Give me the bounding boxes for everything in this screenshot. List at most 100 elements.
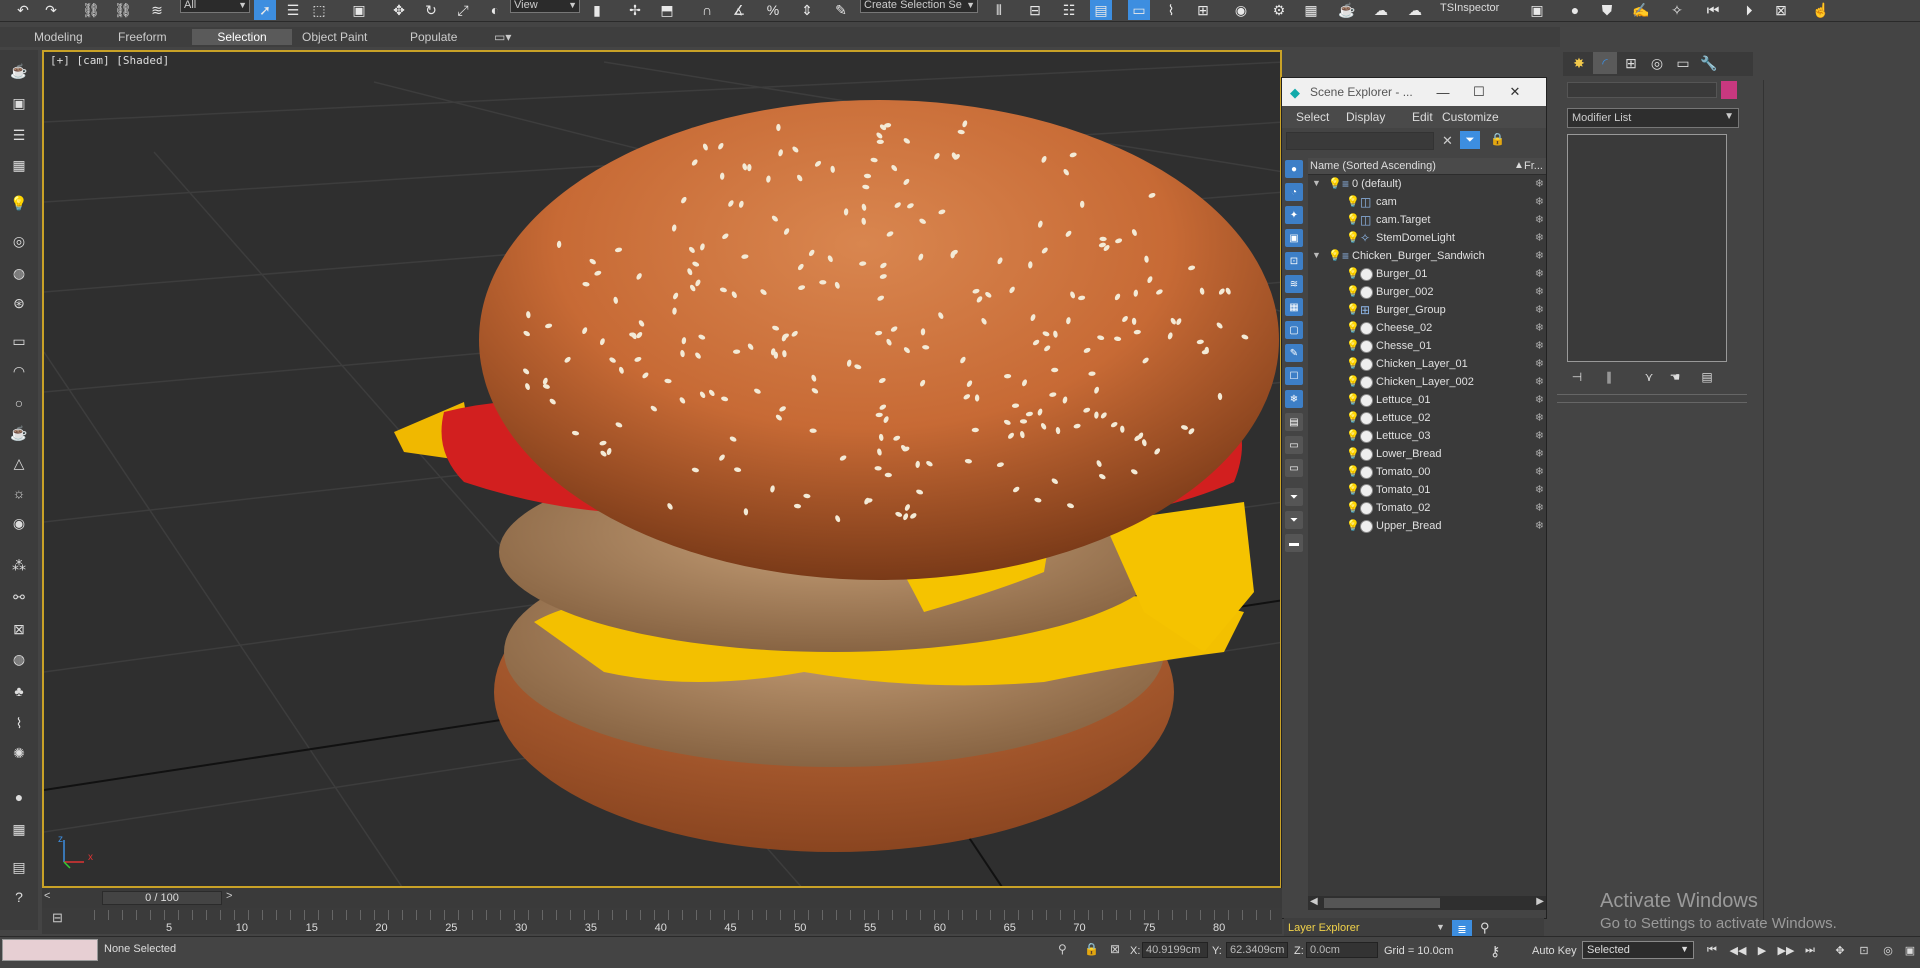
scene-explorer-titlebar[interactable]: ◆ Scene Explorer - ... — ☐ ✕ (1282, 78, 1546, 106)
manipulate-icon[interactable]: ✢ (624, 0, 646, 20)
menu-customize[interactable]: Customize (1442, 110, 1499, 124)
visibility-bulb-icon[interactable]: 💡 (1346, 195, 1360, 208)
expand-arrow-icon[interactable]: ▼ (1312, 250, 1321, 260)
explorer-dropdown-icon[interactable]: ▼ (1436, 922, 1445, 932)
pivot-center-icon[interactable]: ▮ (586, 0, 608, 20)
tree-row[interactable]: ▼ 💡 ≡ Chicken_Burger_Sandwich ❄ (1308, 248, 1546, 266)
placement-icon[interactable]: ◐ (484, 0, 506, 20)
motion-tab-icon[interactable]: ◎ (1645, 52, 1669, 74)
sphere-icon[interactable]: ● (1564, 0, 1586, 20)
tree-row[interactable]: 💡 Upper_Bread ❄ (1308, 518, 1546, 536)
toggle-layer-explorer-icon[interactable]: ▤ (1090, 0, 1112, 20)
rendered-frame-icon[interactable]: ▦ (1300, 0, 1322, 20)
display-frozen-icon[interactable]: ❄ (1285, 390, 1303, 408)
tree-row[interactable]: 💡 Lettuce_03 ❄ (1308, 428, 1546, 446)
tree-row[interactable]: 💡 Tomato_02 ❄ (1308, 500, 1546, 518)
visibility-bulb-icon[interactable]: 💡 (1328, 177, 1342, 190)
visibility-bulb-icon[interactable]: 💡 (1346, 285, 1360, 298)
rig-icon[interactable]: ⊠ (8, 618, 30, 640)
display-tab-icon[interactable]: ▭ (1671, 52, 1695, 74)
goto-start-icon[interactable]: ⏮ (1702, 941, 1722, 959)
display-geometry-icon[interactable]: ● (1285, 160, 1303, 178)
helper-icon[interactable]: ◍ (8, 262, 30, 284)
modify-tab-icon[interactable]: ◜ (1593, 52, 1617, 74)
visibility-bulb-icon[interactable]: 💡 (1346, 483, 1360, 496)
sphere-icon[interactable]: ● (8, 786, 30, 808)
pan-icon[interactable]: ✥ (1830, 941, 1850, 959)
move-icon[interactable]: ✥ (388, 0, 410, 20)
paint-icon[interactable]: ✍ (1630, 0, 1652, 20)
create-tab-icon[interactable]: ✸ (1567, 52, 1591, 74)
utilities-tab-icon[interactable]: 🔧 (1697, 52, 1721, 74)
play-anim-icon[interactable]: ⏵ (1738, 0, 1760, 20)
orbit-icon[interactable]: ◎ (1878, 941, 1898, 959)
visibility-bulb-icon[interactable]: 💡 (1346, 501, 1360, 514)
display-bones-icon[interactable]: ✎ (1285, 344, 1303, 362)
visibility-bulb-icon[interactable]: 💡 (1346, 375, 1360, 388)
tree-row[interactable]: 💡 Burger_002 ❄ (1308, 284, 1546, 302)
display-xrefs-icon[interactable]: ▢ (1285, 321, 1303, 339)
lock-icon[interactable]: 🔒 (1490, 132, 1505, 146)
tree-row[interactable]: 💡 Chicken_Layer_01 ❄ (1308, 356, 1546, 374)
visibility-bulb-icon[interactable]: 💡 (1346, 213, 1360, 226)
toggle-ribbon-icon[interactable]: ▭ (1128, 0, 1150, 20)
visibility-bulb-icon[interactable]: 💡 (1328, 249, 1342, 262)
visibility-bulb-icon[interactable]: 💡 (1346, 303, 1360, 316)
scale-icon[interactable]: ⤢ (452, 0, 474, 20)
edit-named-selection-icon[interactable]: ✎ (830, 0, 852, 20)
freeze-icon[interactable]: ❄ (1535, 483, 1544, 496)
plant-icon[interactable]: ♣ (8, 680, 30, 702)
y-coord-field[interactable]: 62.3409cm (1226, 942, 1288, 958)
object-name-input[interactable] (1567, 82, 1717, 98)
freeze-icon[interactable]: ❄ (1535, 339, 1544, 352)
tab-selection[interactable]: Selection (192, 29, 292, 45)
rotate-icon[interactable]: ↻ (420, 0, 442, 20)
freeze-icon[interactable]: ❄ (1535, 411, 1544, 424)
reference-coordinate-combo[interactable]: View ▼ (510, 0, 580, 13)
spinner-snap-icon[interactable]: ⇕ (796, 0, 818, 20)
perspective-viewport[interactable]: [+] [cam] [Shaded] z x (42, 50, 1282, 888)
keyboard-shortcut-icon[interactable]: ⬒ (656, 0, 678, 20)
percent-snap-icon[interactable]: % (762, 0, 784, 20)
scroll-thumb[interactable] (1324, 898, 1440, 908)
z-coord-field[interactable]: 0.0cm (1306, 942, 1378, 958)
pin-stack-icon[interactable]: ⊣ (1567, 368, 1587, 386)
render-production-icon[interactable]: ☕ (1336, 0, 1358, 20)
visibility-bulb-icon[interactable]: 💡 (1346, 267, 1360, 280)
teapot-icon[interactable]: ☕ (8, 60, 30, 82)
freeze-icon[interactable]: ❄ (1535, 213, 1544, 226)
list-icon[interactable]: ☰ (8, 124, 30, 146)
zoom-extents-icon[interactable]: ⊡ (1854, 941, 1874, 959)
freeze-icon[interactable]: ❄ (1535, 393, 1544, 406)
tree-column-header[interactable]: Name (Sorted Ascending) ▲ Fr... (1308, 158, 1546, 175)
tab-modeling[interactable]: Modeling (24, 29, 93, 45)
expand-arrow-icon[interactable]: ▼ (1312, 178, 1321, 188)
freeze-icon[interactable]: ❄ (1535, 519, 1544, 532)
render-iterative-icon[interactable]: ☁ (1370, 0, 1392, 20)
x-coord-field[interactable]: 40.9199cm (1142, 942, 1208, 958)
ribbon-options-icon[interactable]: ▭▾ (484, 29, 521, 45)
table-icon[interactable]: ▦ (8, 154, 30, 176)
dome-icon[interactable]: ◠ (8, 360, 30, 382)
scroll-right-icon[interactable]: ▶ (1536, 896, 1544, 907)
tree-row[interactable]: 💡 Burger_01 ❄ (1308, 266, 1546, 284)
toggle-scene-explorer-icon[interactable]: ☷ (1058, 0, 1080, 20)
render-cloud-icon[interactable]: ☁ (1404, 0, 1426, 20)
display-lights-icon[interactable]: ✦ (1285, 206, 1303, 224)
mirror-icon[interactable]: ⫴ (988, 0, 1010, 20)
render-icon[interactable]: ▣ (8, 92, 30, 114)
modifier-stack[interactable] (1567, 134, 1727, 362)
tsinspector-label[interactable]: TSInspector (1440, 2, 1499, 14)
sun-icon[interactable]: ☼ (8, 482, 30, 504)
filter-toggle-icon[interactable]: ⏷ (1460, 131, 1480, 149)
display-none-icon[interactable]: ▭ (1285, 459, 1303, 477)
make-unique-icon[interactable]: ⋎ (1639, 368, 1659, 386)
selection-filter-combo[interactable]: All ▼ (180, 0, 250, 13)
tree-row[interactable]: 💡 ✧ StemDomeLight ❄ (1308, 230, 1546, 248)
auto-key-button[interactable]: Auto Key (1532, 945, 1577, 957)
tab-object-paint[interactable]: Object Paint (292, 29, 377, 45)
maxscript-listener[interactable] (2, 939, 98, 961)
visibility-bulb-icon[interactable]: 💡 (1346, 321, 1360, 334)
particles-icon[interactable]: ⁂ (8, 554, 30, 576)
column-frozen-header[interactable]: Fr... (1524, 160, 1543, 172)
